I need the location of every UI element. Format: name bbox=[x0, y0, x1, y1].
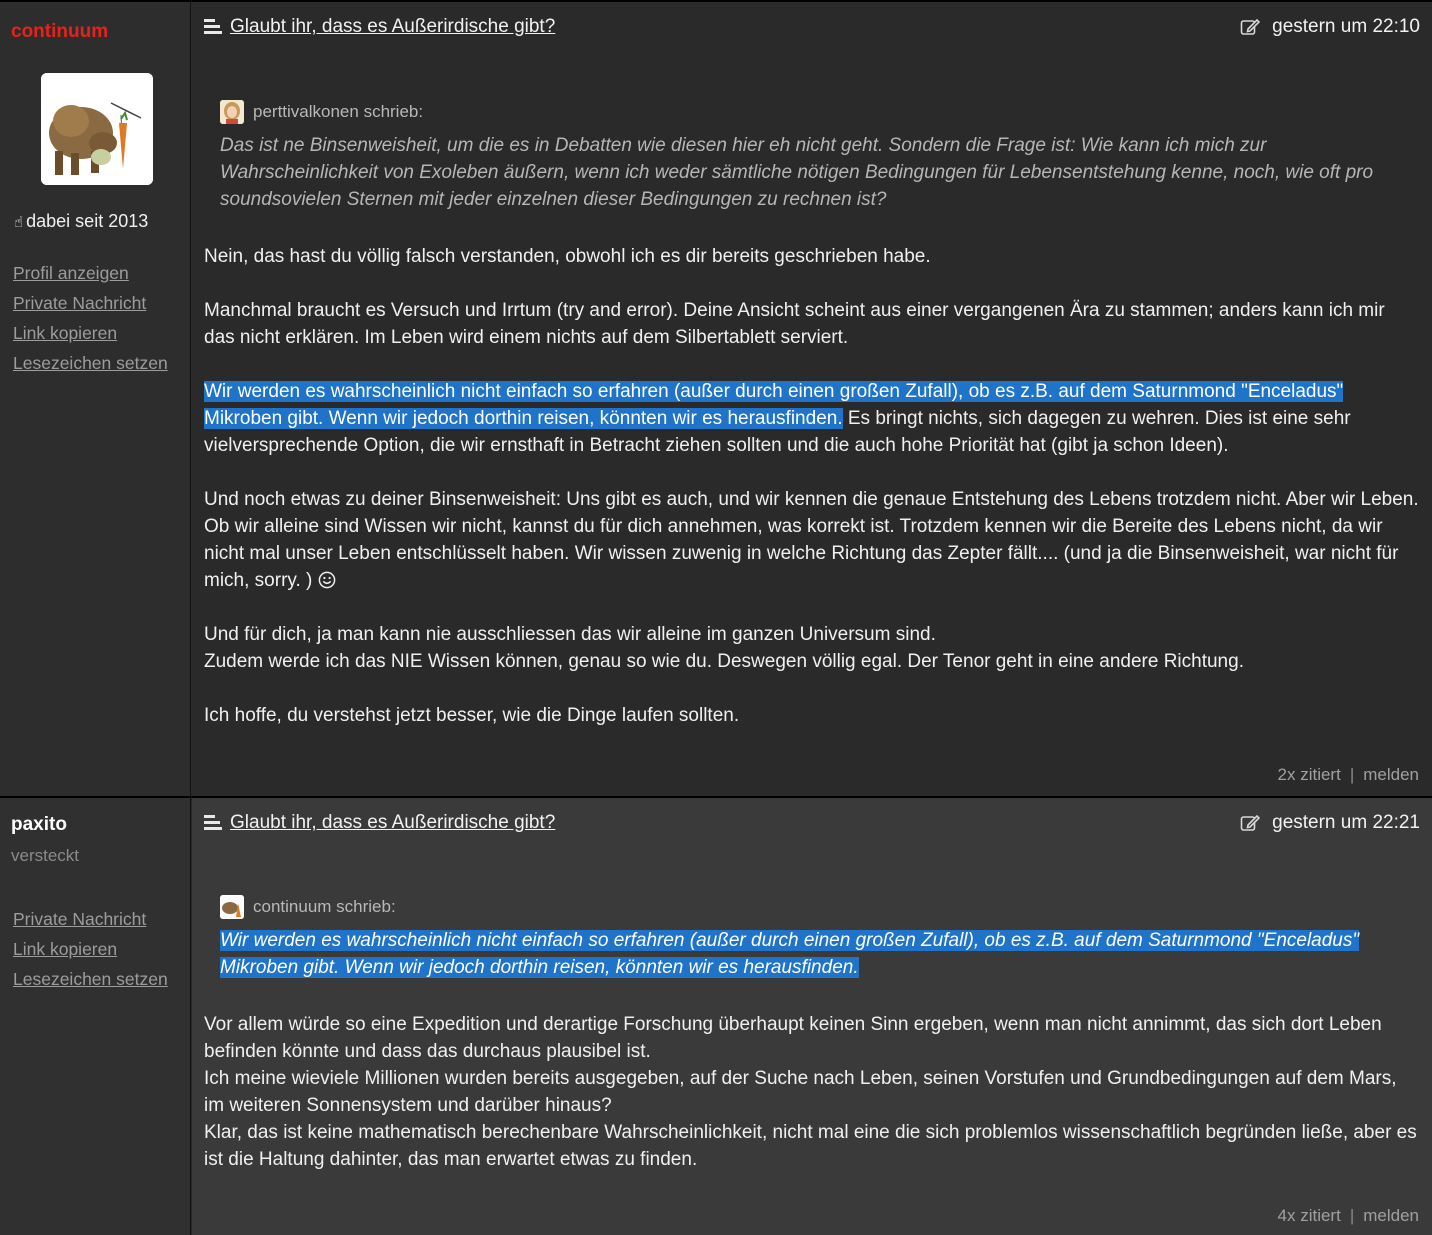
paragraph: Wir werden es wahrscheinlich nicht einfa… bbox=[204, 381, 1351, 456]
author-avatar[interactable] bbox=[41, 73, 153, 185]
cited-count[interactable]: 2x zitiert bbox=[1278, 765, 1341, 784]
edit-icon[interactable] bbox=[1240, 17, 1261, 37]
quote-author-avatar bbox=[220, 100, 244, 124]
copy-link-link[interactable]: Link kopieren bbox=[13, 936, 168, 966]
bookmark-link[interactable]: Lesezeichen setzen bbox=[13, 350, 168, 380]
smiley-icon bbox=[318, 571, 336, 589]
author-status: versteckt bbox=[11, 846, 80, 865]
topic-title[interactable]: Glaubt ihr, dass es Außerirdische gibt? bbox=[230, 16, 555, 38]
private-message-link[interactable]: Private Nachricht bbox=[13, 906, 168, 936]
post-footer: 2x zitiert | melden bbox=[1277, 765, 1419, 784]
cited-count[interactable]: 4x zitiert bbox=[1278, 1206, 1341, 1225]
quote-header: perttivalkonen schrieb: bbox=[220, 100, 423, 124]
author-actions: Profil anzeigen Private Nachricht Link k… bbox=[13, 260, 168, 380]
topic-title[interactable]: Glaubt ihr, dass es Außerirdische gibt? bbox=[230, 812, 555, 834]
bookmark-link[interactable]: Lesezeichen setzen bbox=[13, 966, 168, 996]
quote-author: continuum schrieb: bbox=[253, 897, 396, 916]
private-message-link[interactable]: Private Nachricht bbox=[13, 290, 168, 320]
post-content: Glaubt ihr, dass es Außerirdische gibt? … bbox=[192, 2, 1432, 796]
post-topic[interactable]: Glaubt ihr, dass es Außerirdische gibt? bbox=[204, 16, 555, 38]
hand-icon: ☝ bbox=[14, 214, 24, 231]
timestamp-text: gestern um 22:10 bbox=[1272, 16, 1420, 37]
post-body: Nein, das hast du völlig falsch verstand… bbox=[204, 243, 1420, 756]
post-content: Glaubt ihr, dass es Außerirdische gibt? … bbox=[192, 798, 1432, 1235]
post-body: Vor allem würde so eine Expedition und d… bbox=[204, 1011, 1420, 1200]
paragraph: Und für dich, ja man kann nie ausschlies… bbox=[204, 624, 1244, 672]
paragraph: Manchmal braucht es Versuch und Irrtum (… bbox=[204, 300, 1385, 348]
report-link[interactable]: melden bbox=[1363, 765, 1419, 784]
post-timestamp: gestern um 22:21 bbox=[1240, 812, 1420, 834]
author-sidebar: continuum ☝ dabei seit 2013 Profil anzeig… bbox=[0, 2, 191, 796]
edit-icon[interactable] bbox=[1240, 813, 1261, 833]
author-actions: Private Nachricht Link kopieren Lesezeic… bbox=[13, 906, 168, 996]
paragraph: Nein, das hast du völlig falsch verstand… bbox=[204, 246, 931, 267]
paragraph: Ich hoffe, du verstehst jetzt besser, wi… bbox=[204, 705, 740, 726]
quote-text: Wir werden es wahrscheinlich nicht einfa… bbox=[220, 927, 1410, 981]
post-footer: 4x zitiert | melden bbox=[1277, 1206, 1419, 1225]
post-topic[interactable]: Glaubt ihr, dass es Außerirdische gibt? bbox=[204, 812, 555, 834]
copy-link-link[interactable]: Link kopieren bbox=[13, 320, 168, 350]
author-name[interactable]: continuum bbox=[11, 21, 108, 43]
post-timestamp: gestern um 22:10 bbox=[1240, 16, 1420, 38]
timestamp-text: gestern um 22:21 bbox=[1272, 812, 1420, 833]
author-name[interactable]: paxito bbox=[11, 814, 67, 836]
paragraph: Vor allem würde so eine Expedition und d… bbox=[204, 1014, 1417, 1170]
quote-author: perttivalkonen schrieb: bbox=[253, 102, 424, 121]
topic-icon bbox=[204, 18, 222, 36]
forum-post: paxito versteckt Private Nachricht Link … bbox=[0, 796, 1432, 1235]
joined-info: ☝ dabei seit 2013 bbox=[14, 211, 149, 231]
topic-icon bbox=[204, 814, 222, 832]
quote-author-avatar bbox=[220, 895, 244, 919]
quote-header: continuum schrieb: bbox=[220, 895, 396, 919]
quote-text: Das ist ne Binsenweisheit, um die es in … bbox=[220, 135, 1374, 210]
report-link[interactable]: melden bbox=[1363, 1206, 1419, 1225]
view-profile-link[interactable]: Profil anzeigen bbox=[13, 260, 168, 290]
selected-text: Wir werden es wahrscheinlich nicht einfa… bbox=[220, 930, 1360, 978]
forum-post: continuum ☝ dabei seit 2013 Profil anzeig… bbox=[0, 0, 1432, 796]
author-sidebar: paxito versteckt Private Nachricht Link … bbox=[0, 798, 191, 1235]
paragraph: Und noch etwas zu deiner Binsenweisheit:… bbox=[204, 489, 1419, 591]
